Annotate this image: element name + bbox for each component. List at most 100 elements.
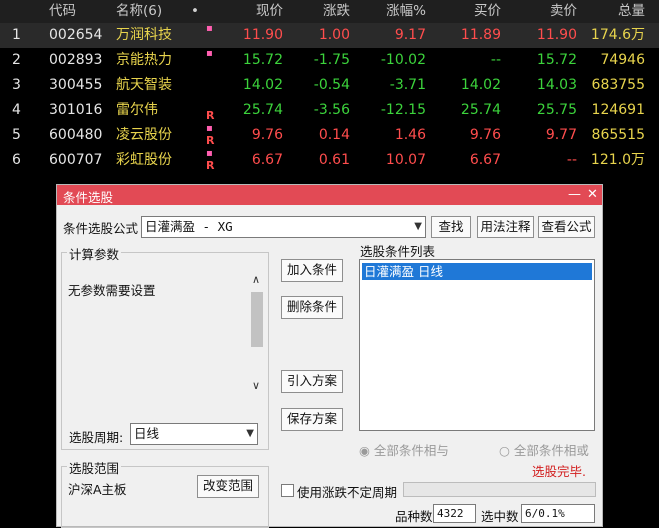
radio-or-icon[interactable]: ○ [499,443,510,458]
col-header-pct[interactable]: 涨幅% [386,0,426,23]
row-price: 11.90 [242,27,283,43]
col-header-volume[interactable]: 总量 [618,0,645,23]
params-scrollbar[interactable]: ∧ ∨ [249,271,265,396]
chevron-down-icon[interactable]: ▼ [246,424,254,444]
row-code: 600707 [49,152,103,168]
row-index: 5 [12,127,21,143]
view-formula-button[interactable]: 查看公式 [538,216,595,238]
status-text: 选股完毕. [532,464,586,479]
radio-or[interactable]: ○ 全部条件相或 [499,440,589,459]
period-label: 选股周期: [69,430,124,445]
row-code: 600480 [49,127,103,143]
usage-notes-button[interactable]: 用法注释 [477,216,534,238]
row-volume: 174.6万 [590,27,645,43]
row-change: 1.00 [318,27,350,43]
period-value: 日线 [134,426,160,441]
col-header-price[interactable]: 现价 [256,0,283,23]
condition-list-item[interactable]: 日灌满盈 日线 [362,263,592,280]
close-icon[interactable]: ✕ [587,185,598,205]
row-price: 15.72 [242,52,283,68]
row-change: 0.14 [318,127,350,143]
table-row[interactable]: 5 600480 凌云股份 ▪ R 9.76 0.14 1.46 9.76 9.77 865515 [0,123,659,148]
row-mark-icon: ▪ [206,23,213,34]
row-price: 14.02 [242,77,283,93]
save-scheme-button[interactable]: 保存方案 [281,408,343,431]
count-label: 品种数 [395,509,433,524]
col-header-ask[interactable]: 卖价 [550,0,577,23]
chevron-down-icon[interactable]: ▼ [414,217,422,237]
row-bid: 14.02 [460,77,501,93]
table-row[interactable]: 1 002654 万润科技 ▪ 11.90 1.00 9.17 11.89 11.90 174.6… [0,23,659,48]
row-change: -1.75 [313,52,350,68]
variable-period-checkbox[interactable] [281,484,294,497]
row-flag: R [206,159,215,172]
row-price: 6.67 [251,152,283,168]
params-group-label: 计算参数 [67,244,122,263]
row-code: 300455 [49,77,103,93]
row-price: 9.76 [251,127,283,143]
minimize-icon[interactable]: — [568,185,581,205]
find-button[interactable]: 查找 [431,216,471,238]
formula-value: 日灌满盈 - XG [145,219,233,234]
row-pct: -10.02 [380,52,426,68]
period-select[interactable]: 日线 ▼ [130,423,258,445]
scroll-thumb[interactable] [251,292,263,347]
formula-select[interactable]: 日灌满盈 - XG ▼ [141,216,426,238]
stock-table: 代码 名称(6) • 现价 涨跌 涨幅% 买价 卖价 总量 1 002654 万润科… [0,0,659,173]
scroll-down-icon[interactable]: ∨ [252,379,260,392]
row-volume: 74946 [600,52,645,68]
row-volume: 865515 [591,127,645,143]
row-bid: 11.89 [460,27,501,43]
table-row[interactable]: 6 600707 彩虹股份 ▪ R 6.67 0.61 10.07 6.67 -- 121.0万 [0,148,659,173]
row-code: 002893 [49,52,103,68]
row-pct: 9.17 [394,27,426,43]
dialog-titlebar[interactable]: 条件选股 — ✕ [57,185,602,205]
condition-list-label: 选股条件列表 [360,244,436,259]
radio-and-icon[interactable]: ◉ [359,443,370,458]
row-index: 6 [12,152,21,168]
row-index: 4 [12,102,21,118]
col-header-code[interactable]: 代码 [49,0,76,23]
row-name: 彩虹股份 [116,152,172,168]
row-bid: 6.67 [469,152,501,168]
row-mark-icon: ▪ [206,48,213,59]
formula-label: 条件选股公式 [63,221,139,236]
row-bid: 25.74 [460,102,501,118]
radio-and[interactable]: ◉ 全部条件相与 [359,440,449,459]
scroll-up-icon[interactable]: ∧ [252,273,260,286]
row-price: 25.74 [242,102,283,118]
row-name: 京能热力 [116,52,172,68]
row-code: 002654 [49,27,103,43]
table-row[interactable]: 4 301016 雷尔伟 R 25.74 -3.56 -12.15 25.74 25.75 124… [0,98,659,123]
progress-bar [403,482,596,497]
condition-select-dialog: 条件选股 — ✕ 条件选股公式 日灌满盈 - XG ▼ 查找 用法注释 查看公式… [56,184,603,528]
row-pct: -12.15 [380,102,426,118]
row-change: -0.54 [313,77,350,93]
col-header-change[interactable]: 涨跌 [323,0,350,23]
load-scheme-button[interactable]: 引入方案 [281,370,343,393]
row-volume: 683755 [591,77,645,93]
col-header-dot[interactable]: • [191,0,199,23]
table-row[interactable]: 2 002893 京能热力 ▪ 15.72 -1.75 -10.02 -- 15.72 74946 [0,48,659,73]
delete-condition-button[interactable]: 删除条件 [281,296,343,319]
col-header-name[interactable]: 名称(6) [116,0,162,23]
row-ask: 14.03 [536,77,577,93]
row-volume: 121.0万 [590,152,645,168]
row-name: 航天智装 [116,77,172,93]
add-condition-button[interactable]: 加入条件 [281,259,343,282]
row-bid: 9.76 [469,127,501,143]
table-header: 代码 名称(6) • 现价 涨跌 涨幅% 买价 卖价 总量 [0,0,659,23]
row-change: -3.56 [313,102,350,118]
condition-list[interactable]: 日灌满盈 日线 [359,259,595,431]
range-group-label: 选股范围 [67,458,122,477]
col-header-bid[interactable]: 买价 [474,0,501,23]
row-pct: 10.07 [385,152,426,168]
params-text: 无参数需要设置 [68,283,156,298]
row-ask: 15.72 [536,52,577,68]
row-ask: 11.90 [536,27,577,43]
dialog-title: 条件选股 [63,190,114,205]
change-range-button[interactable]: 改变范围 [197,475,259,498]
table-row[interactable]: 3 300455 航天智装 14.02 -0.54 -3.71 14.02 14.03 6837… [0,73,659,98]
row-name: 凌云股份 [116,127,172,143]
row-index: 3 [12,77,21,93]
